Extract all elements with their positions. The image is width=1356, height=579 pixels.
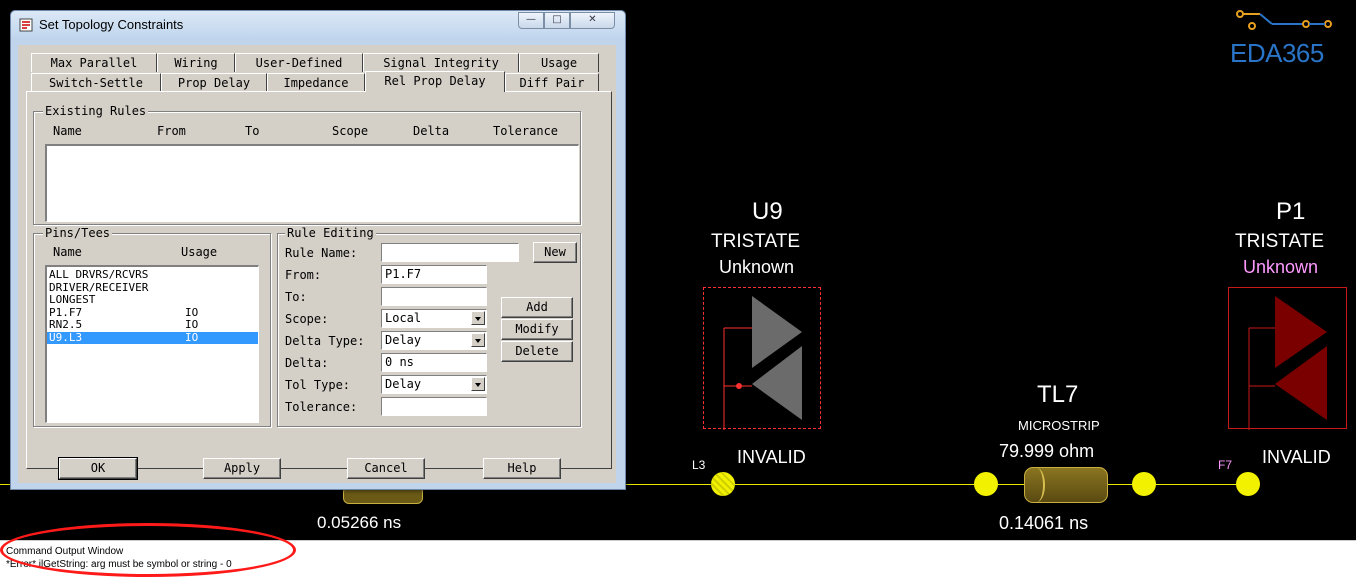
rule-editing-label: Rule Editing — [285, 226, 376, 240]
pin-name: DRIVER/RECEIVER — [49, 280, 149, 294]
scope-label: Scope: — [285, 312, 329, 326]
col-from[interactable]: From — [157, 124, 186, 138]
pin-usage: IO — [185, 330, 199, 344]
modify-button[interactable]: Modify — [501, 319, 573, 340]
tl7-ref: TL7 — [1037, 381, 1079, 408]
p1-pin-label: F7 — [1218, 458, 1233, 472]
cancel-button[interactable]: Cancel — [347, 458, 425, 479]
u9-ref: U9 — [752, 198, 783, 225]
tab-signal-integrity[interactable]: Signal Integrity — [363, 53, 519, 72]
close-button[interactable]: ✕ — [570, 12, 615, 29]
tab-prop-delay[interactable]: Prop Delay — [161, 73, 267, 92]
col-scope[interactable]: Scope — [332, 124, 368, 138]
highlight-annotation-circle — [0, 523, 296, 577]
apply-button[interactable]: Apply — [203, 458, 281, 479]
p1-component[interactable] — [1228, 287, 1347, 448]
set-topology-constraints-dialog[interactable]: Set Topology Constraints — □ ✕ Max Paral… — [10, 10, 626, 490]
tl7-transmission-line[interactable] — [1024, 467, 1108, 503]
delta-type-label: Delta Type: — [285, 334, 365, 348]
to-input[interactable] — [381, 287, 487, 306]
pin-name: RN2.5 — [49, 318, 83, 331]
pin-name: ALL DRVRS/RCVRS — [49, 268, 149, 281]
ok-button[interactable]: OK — [58, 457, 138, 480]
u9-pin-label: L3 — [692, 458, 706, 472]
pins-col-name[interactable]: Name — [53, 245, 82, 259]
minimize-icon: — — [526, 14, 536, 25]
tab-max-parallel[interactable]: Max Parallel — [31, 53, 157, 72]
tab-wiring[interactable]: Wiring — [157, 53, 235, 72]
u9-tristate-symbol — [723, 296, 802, 448]
p1-model: TRISTATE — [1235, 231, 1325, 252]
tab-usage[interactable]: Usage — [519, 53, 599, 72]
tol-type-select[interactable]: Delay — [381, 375, 487, 394]
delta-label: Delta: — [285, 356, 329, 370]
tl7-impedance: 79.999 ohm — [999, 441, 1095, 461]
tl7-type: MICROSTRIP — [1018, 418, 1100, 433]
delta-type-select[interactable]: Delay — [381, 331, 487, 350]
pin-name: P1.F7 — [49, 305, 83, 319]
u9-state: Unknown — [719, 257, 795, 277]
u9-status: INVALID — [737, 447, 806, 467]
existing-rules-list[interactable] — [45, 144, 579, 222]
tol-type-label: Tol Type: — [285, 378, 351, 392]
tolerance-input[interactable] — [381, 397, 487, 416]
scope-select[interactable]: Local — [381, 309, 487, 328]
col-delta[interactable]: Delta — [413, 124, 449, 138]
tl7-node-right[interactable] — [1132, 472, 1156, 496]
pins-tees-list[interactable]: ALL DRVRS/RCVRS DRIVER/RECEIVER LONGEST … — [45, 265, 259, 423]
help-button[interactable]: Help — [483, 458, 561, 479]
eda365-logo-icon — [1232, 10, 1332, 34]
tl7-node-left[interactable] — [974, 472, 998, 496]
existing-rules-label: Existing Rules — [43, 104, 149, 118]
list-item-selected[interactable]: U9.L3 IO — [47, 330, 258, 344]
chevron-down-icon[interactable] — [471, 311, 485, 325]
rule-name-label: Rule Name: — [285, 246, 358, 260]
dialog-title: Set Topology Constraints — [39, 17, 184, 32]
delta-type-value: Delay — [385, 333, 422, 347]
pins-tees-label: Pins/Tees — [43, 226, 113, 240]
scope-value: Local — [385, 311, 422, 325]
p1-tristate-symbol — [1248, 296, 1327, 448]
p1-state: Unknown — [1243, 257, 1319, 277]
u9-model: TRISTATE — [711, 231, 801, 252]
from-label: From: — [285, 268, 322, 282]
tl-left-delay: 0.05266 ns — [317, 513, 402, 532]
pin-name: U9.L3 — [49, 330, 83, 344]
eda365-logo-text: EDA365 — [1230, 38, 1324, 68]
maximize-button[interactable]: □ — [544, 12, 570, 29]
rule-name-input[interactable] — [381, 243, 519, 262]
tab-switch-settle[interactable]: Switch-Settle — [31, 73, 161, 92]
col-to[interactable]: To — [245, 124, 259, 138]
pin-usage: IO — [185, 318, 199, 331]
new-button[interactable]: New — [533, 242, 577, 263]
tol-type-value: Delay — [385, 377, 422, 391]
col-name[interactable]: Name — [53, 124, 82, 138]
maximize-icon: □ — [552, 14, 562, 25]
col-tolerance[interactable]: Tolerance — [493, 124, 558, 138]
pins-col-usage[interactable]: Usage — [181, 245, 217, 259]
tolerance-label: Tolerance: — [285, 400, 358, 414]
p1-ref: P1 — [1276, 198, 1306, 225]
p1-status: INVALID — [1262, 447, 1331, 467]
u9-component[interactable] — [703, 287, 821, 448]
from-input[interactable]: P1.F7 — [381, 265, 487, 284]
close-icon: ✕ — [588, 14, 597, 25]
dialog-titlebar[interactable]: Set Topology Constraints — □ ✕ — [11, 11, 625, 37]
chevron-down-icon[interactable] — [471, 333, 485, 347]
tl7-delay: 0.14061 ns — [999, 513, 1089, 533]
tab-rel-prop-delay[interactable]: Rel Prop Delay — [365, 71, 505, 92]
tab-diff-pair[interactable]: Diff Pair — [505, 73, 599, 92]
tab-user-defined[interactable]: User-Defined — [235, 53, 363, 72]
u9-pin-node[interactable] — [711, 472, 735, 496]
delete-button[interactable]: Delete — [501, 341, 573, 362]
tab-impedance[interactable]: Impedance — [267, 73, 365, 92]
chevron-down-icon[interactable] — [471, 377, 485, 391]
to-label: To: — [285, 290, 307, 304]
p1-pin-node[interactable] — [1236, 472, 1260, 496]
pin-name: LONGEST — [49, 293, 96, 306]
minimize-button[interactable]: — — [518, 12, 544, 29]
app-icon — [19, 17, 33, 32]
delta-input[interactable]: 0 ns — [381, 353, 487, 372]
add-button[interactable]: Add — [501, 297, 573, 318]
